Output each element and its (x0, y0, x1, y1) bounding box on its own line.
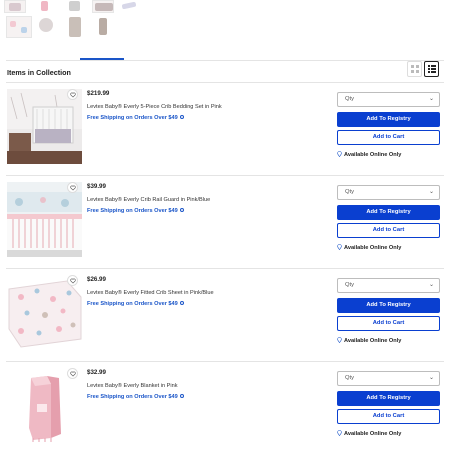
wishlist-button[interactable] (67, 275, 78, 286)
thumbnail[interactable] (4, 0, 26, 13)
product-row: $219.99 Levtex Baby® Everly 5-Piece Crib… (0, 82, 450, 172)
divider (6, 60, 444, 61)
wishlist-button[interactable] (67, 89, 78, 100)
add-to-registry-button[interactable]: Add To Registry (337, 298, 440, 313)
availability-note: Available Online Only (337, 430, 401, 437)
qty-placeholder: Qty (345, 282, 355, 288)
heart-icon (69, 371, 76, 377)
availability-text: Available Online Only (344, 431, 402, 437)
chevron-down-icon: ⌄ (428, 96, 434, 102)
availability-text: Available Online Only (344, 338, 402, 344)
qty-placeholder: Qty (345, 96, 355, 102)
product-image[interactable] (7, 182, 82, 257)
product-image[interactable] (7, 368, 82, 443)
product-name[interactable]: Levtex Baby® Everly Crib Rail Guard in P… (87, 197, 210, 203)
info-icon[interactable] (179, 301, 184, 305)
qty-placeholder: Qty (345, 375, 355, 381)
shipping-text: Free Shipping on Orders Over $49 (87, 301, 178, 307)
heart-icon (69, 185, 76, 191)
thumbnail[interactable] (96, 16, 110, 38)
product-row: $26.99 Levtex Baby® Everly Fitted Crib S… (0, 268, 450, 358)
location-pin-icon (337, 151, 342, 158)
heart-icon (69, 92, 76, 98)
thumbnail-carousel (4, 0, 138, 42)
thumbnail[interactable] (66, 0, 83, 13)
list-view-icon (427, 65, 436, 73)
qty-select[interactable]: Qty ⌄ (337, 371, 440, 386)
product-name[interactable]: Levtex Baby® Everly Fitted Crib Sheet in… (87, 290, 214, 296)
thumbnail[interactable] (37, 16, 55, 38)
add-to-registry-button[interactable]: Add To Registry (337, 391, 440, 406)
add-to-cart-button[interactable]: Add to Cart (337, 223, 440, 238)
heart-icon (69, 278, 76, 284)
thumbnail[interactable] (37, 0, 52, 13)
shipping-note: Free Shipping on Orders Over $49 (87, 301, 184, 307)
thumbnail[interactable] (92, 0, 114, 13)
availability-text: Available Online Only (344, 245, 402, 251)
add-to-cart-button[interactable]: Add to Cart (337, 409, 440, 424)
product-image[interactable] (7, 89, 82, 164)
qty-select[interactable]: Qty ⌄ (337, 185, 440, 200)
product-price: $26.99 (87, 276, 106, 283)
thumbnail[interactable] (66, 16, 84, 38)
shipping-note: Free Shipping on Orders Over $49 (87, 208, 184, 214)
chevron-down-icon: ⌄ (428, 189, 434, 195)
qty-select[interactable]: Qty ⌄ (337, 278, 440, 293)
shipping-note: Free Shipping on Orders Over $49 (87, 115, 184, 121)
product-row: $32.99 Levtex Baby® Everly Blanket in Pi… (0, 361, 450, 450)
location-pin-icon (337, 430, 342, 437)
product-price: $39.99 (87, 183, 106, 190)
product-name[interactable]: Levtex Baby® Everly 5-Piece Crib Bedding… (87, 104, 222, 110)
product-price: $219.99 (87, 90, 110, 97)
shipping-text: Free Shipping on Orders Over $49 (87, 394, 178, 400)
product-row: $39.99 Levtex Baby® Everly Crib Rail Gua… (0, 175, 450, 265)
product-name[interactable]: Levtex Baby® Everly Blanket in Pink (87, 383, 178, 389)
info-icon[interactable] (179, 394, 184, 398)
product-price: $32.99 (87, 369, 106, 376)
shipping-text: Free Shipping on Orders Over $49 (87, 208, 178, 214)
chevron-down-icon: ⌄ (428, 375, 434, 381)
wishlist-button[interactable] (67, 368, 78, 379)
wishlist-button[interactable] (67, 182, 78, 193)
section-title: Items in Collection (7, 68, 71, 77)
list-view-button[interactable] (424, 61, 439, 77)
thumbnail[interactable] (120, 0, 138, 13)
add-to-registry-button[interactable]: Add To Registry (337, 112, 440, 127)
add-to-cart-button[interactable]: Add to Cart (337, 130, 440, 145)
shipping-note: Free Shipping on Orders Over $49 (87, 394, 184, 400)
info-icon[interactable] (179, 208, 184, 212)
grid-view-icon (410, 65, 419, 73)
add-to-registry-button[interactable]: Add To Registry (337, 205, 440, 220)
availability-note: Available Online Only (337, 151, 401, 158)
location-pin-icon (337, 244, 342, 251)
product-image[interactable] (7, 275, 82, 350)
availability-note: Available Online Only (337, 337, 401, 344)
active-tab-indicator (80, 58, 124, 60)
info-icon[interactable] (179, 115, 184, 119)
qty-select[interactable]: Qty ⌄ (337, 92, 440, 107)
shipping-text: Free Shipping on Orders Over $49 (87, 115, 178, 121)
add-to-cart-button[interactable]: Add to Cart (337, 316, 440, 331)
location-pin-icon (337, 337, 342, 344)
availability-text: Available Online Only (344, 152, 402, 158)
chevron-down-icon: ⌄ (428, 282, 434, 288)
thumbnail[interactable] (6, 16, 32, 38)
availability-note: Available Online Only (337, 244, 401, 251)
grid-view-button[interactable] (407, 61, 422, 77)
qty-placeholder: Qty (345, 189, 355, 195)
